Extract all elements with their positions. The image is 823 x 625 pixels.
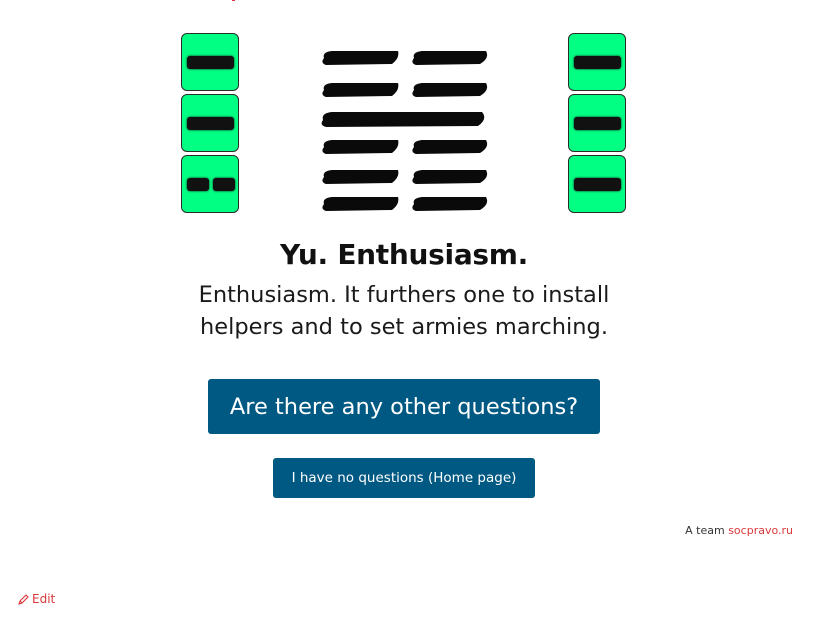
hexagram-line-3-solid	[321, 112, 485, 127]
home-page-button[interactable]: I have no questions (Home page)	[273, 458, 535, 498]
hexagram-title: Yu. Enthusiasm.	[279, 238, 528, 271]
hexagram-line-5-left	[322, 170, 399, 184]
solid-line	[574, 178, 621, 191]
edit-label: Edit	[32, 592, 56, 606]
right-trigram	[568, 33, 626, 216]
trigram-tile-solid[interactable]	[181, 33, 239, 91]
solid-line	[187, 117, 234, 130]
broken-line-right	[213, 178, 235, 191]
broken-line-left	[187, 178, 209, 191]
hexagram-line-6-right	[412, 197, 488, 211]
trigram-tile-solid[interactable]	[568, 155, 626, 213]
trigram-tile-broken[interactable]	[181, 155, 239, 213]
hexagram-line-6-left	[322, 197, 399, 211]
solid-line	[187, 56, 234, 69]
edit-link[interactable]: Edit	[18, 592, 55, 606]
hexagram-description: Enthusiasm. It furthers one to install h…	[198, 282, 610, 340]
top-red-mark	[232, 0, 235, 1]
hexagram-line-5-right	[412, 170, 488, 184]
solid-line	[574, 117, 621, 130]
hexagram-svg	[321, 51, 488, 211]
credit-prefix: A team	[685, 524, 725, 537]
trigram-tile-solid[interactable]	[181, 94, 239, 152]
hexagram-line-2-left	[322, 83, 399, 97]
trigram-tile-solid[interactable]	[568, 94, 626, 152]
hexagram-line-1-right	[412, 51, 488, 65]
credit-link[interactable]: socpravo.ru	[728, 524, 793, 537]
solid-line	[574, 56, 621, 69]
hexagram-line-2-right	[412, 83, 488, 97]
trigram-tile-solid[interactable]	[568, 33, 626, 91]
hexagram-line-1-left	[322, 51, 399, 65]
hexagram-line-4-right	[412, 140, 488, 154]
hexagram-figure	[320, 50, 490, 215]
left-trigram	[181, 33, 239, 216]
pencil-icon	[18, 593, 29, 605]
hexagram-line-4-left	[322, 140, 399, 154]
credit-line: A team socpravo.ru	[685, 524, 793, 537]
other-questions-button[interactable]: Are there any other questions?	[208, 379, 600, 434]
